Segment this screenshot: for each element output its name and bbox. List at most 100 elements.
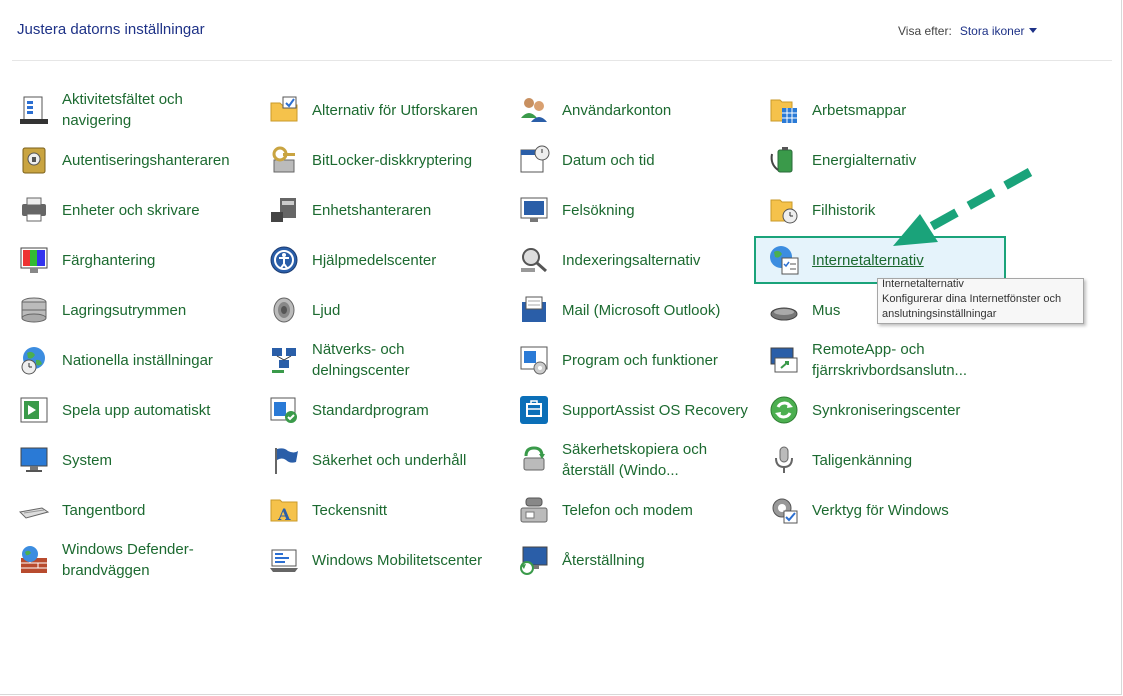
control-panel-item-security-maintenance[interactable]: Säkerhet och underhåll — [268, 438, 502, 482]
credential-manager-icon — [22, 147, 46, 174]
sync-center-icon — [770, 396, 798, 424]
control-panel-item-label: SupportAssist OS Recovery — [562, 401, 748, 419]
control-panel-item-speech-recognition[interactable]: Taligenkänning — [768, 438, 1002, 482]
control-panel-item-label: Standardprogram — [312, 401, 429, 419]
control-panel-item-label: System — [62, 451, 113, 469]
speech-recognition-icon — [775, 446, 793, 473]
devices-printers-icon — [22, 197, 46, 222]
control-panel-item-supportassist[interactable]: SupportAssist OS Recovery — [518, 388, 752, 432]
security-maintenance-icon — [275, 448, 298, 474]
control-panel-item-label: Teckensnitt — [312, 501, 388, 519]
control-panel-item-sound[interactable]: Ljud — [268, 288, 502, 332]
control-panel-item-work-folders[interactable]: Arbetsmappar — [768, 88, 1002, 132]
control-panel-item-storage-spaces[interactable]: Lagringsutrymmen — [18, 288, 252, 332]
user-accounts-icon — [521, 98, 547, 122]
control-panel-item-label: Taligenkänning — [812, 451, 913, 469]
control-panel-item-label: Enheter och skrivare — [62, 201, 200, 219]
control-panel-item-mail[interactable]: Mail (Microsoft Outlook) — [518, 288, 752, 332]
control-panel-item-label: Datum och tid — [562, 151, 655, 169]
control-panel-item-bitlocker[interactable]: BitLocker-diskkryptering — [268, 138, 502, 182]
control-panel-item-label: Arbetsmappar — [812, 101, 907, 119]
network-sharing-icon — [272, 348, 296, 373]
control-panel-item-label: Tangentbord — [62, 501, 146, 519]
control-panel-item-region[interactable]: Nationella inställningar — [18, 338, 252, 382]
control-panel-item-label: RemoteApp- och fjärrskrivbordsanslutn... — [812, 341, 968, 379]
supportassist-icon — [520, 396, 548, 424]
control-panel-item-label: Säkerhetskopiera och återställ (Windo... — [562, 441, 708, 479]
control-panel-item-autoplay[interactable]: Spela upp automatiskt — [18, 388, 252, 432]
control-panel-item-mobility-center[interactable]: Windows Mobilitetscenter — [268, 538, 502, 582]
control-panel-item-label: Ljud — [312, 301, 341, 319]
autoplay-icon — [20, 397, 48, 423]
control-panel-item-label: Säkerhet och underhåll — [312, 451, 467, 469]
programs-features-icon — [520, 346, 548, 375]
control-panel-item-recovery[interactable]: Återställning — [518, 538, 752, 582]
control-panel-item-indexing[interactable]: Indexeringsalternativ — [518, 238, 752, 282]
control-panel-item-folder-options[interactable]: Alternativ för Utforskaren — [268, 88, 502, 132]
control-panel-item-devices-printers[interactable]: Enheter och skrivare — [18, 188, 252, 232]
folder-options-icon — [270, 96, 298, 122]
date-time-icon — [520, 145, 550, 173]
control-panel-item-user-accounts[interactable]: Användarkonton — [518, 88, 752, 132]
sound-icon — [273, 297, 295, 323]
control-panel-item-label: Verktyg för Windows — [812, 501, 949, 519]
control-panel-item-credential-manager[interactable]: Autentiseringshanteraren — [18, 138, 252, 182]
control-panel-item-troubleshooting[interactable]: Felsökning — [518, 188, 752, 232]
control-panel-item-label: Lagringsutrymmen — [62, 301, 187, 319]
windows-tools-icon — [772, 498, 798, 524]
phone-modem-icon — [520, 497, 548, 523]
control-panel-item-keyboard[interactable]: Tangentbord — [18, 488, 252, 532]
control-panel-item-label: Nationella inställningar — [62, 351, 213, 369]
control-panel-item-label: Autentiseringshanteraren — [62, 151, 230, 169]
control-panel-item-remoteapp[interactable]: RemoteApp- och fjärrskrivbordsanslutn... — [768, 338, 1002, 382]
indexing-icon — [521, 248, 547, 273]
control-panel-item-label: Spela upp automatiskt — [62, 401, 211, 419]
control-panel-item-color-management[interactable]: Färghantering — [18, 238, 252, 282]
control-panel-item-label: Windows Defender-brandväggen — [62, 541, 194, 579]
control-panel-item-label: Program och funktioner — [562, 351, 718, 369]
control-panel-item-label: Alternativ för Utforskaren — [312, 101, 478, 119]
control-panel-item-taskbar[interactable]: Aktivitetsfältet och navigering — [18, 88, 252, 132]
default-programs-icon — [270, 397, 297, 423]
keyboard-icon — [18, 507, 50, 519]
power-options-icon — [770, 147, 793, 173]
control-panel-item-sync-center[interactable]: Synkroniseringscenter — [768, 388, 1002, 432]
control-panel-item-label: Internetalternativ — [812, 251, 924, 269]
control-panel-item-label: BitLocker-diskkryptering — [312, 151, 473, 169]
control-panel-item-label: Användarkonton — [562, 101, 672, 119]
control-panel-item-label: Enhetshanteraren — [312, 201, 432, 219]
internet-options-icon — [770, 246, 799, 275]
control-panel-item-date-time[interactable]: Datum och tid — [518, 138, 752, 182]
control-panel-item-system[interactable]: System — [18, 438, 252, 482]
control-panel-item-ease-of-access[interactable]: Hjälpmedelscenter — [268, 238, 502, 282]
control-panel-item-label: Nätverks- och delningscenter — [312, 341, 410, 379]
control-panel-items: Aktivitetsfältet och navigering Autentise… — [0, 0, 1123, 696]
control-panel-item-windows-tools[interactable]: Verktyg för Windows — [768, 488, 1002, 532]
control-panel-item-phone-modem[interactable]: Telefon och modem — [518, 488, 752, 532]
control-panel-item-fonts[interactable]: A Teckensnitt — [268, 488, 502, 532]
control-panel-item-internet-options[interactable]: Internetalternativ — [754, 236, 1006, 284]
control-panel-item-label: Återställning — [562, 551, 645, 569]
control-panel-item-default-programs[interactable]: Standardprogram — [268, 388, 502, 432]
control-panel-item-programs-features[interactable]: Program och funktioner — [518, 338, 752, 382]
control-panel-item-label: Hjälpmedelscenter — [312, 251, 437, 269]
region-icon — [21, 347, 45, 375]
control-panel-item-device-manager[interactable]: Enhetshanteraren — [268, 188, 502, 232]
device-manager-icon — [271, 198, 296, 222]
mail-icon — [522, 296, 546, 322]
svg-text:A: A — [277, 505, 291, 524]
control-panel-item-power-options[interactable]: Energialternativ — [768, 138, 1002, 182]
control-panel-item-backup-restore[interactable]: Säkerhetskopiera och återställ (Windo... — [518, 438, 752, 482]
recovery-icon — [520, 546, 548, 575]
control-panel-item-file-history[interactable]: Filhistorik — [768, 188, 1002, 232]
control-panel-item-label: Felsökning — [562, 201, 635, 219]
backup-restore-icon — [523, 446, 545, 471]
mobility-center-icon — [270, 549, 298, 572]
control-panel-item-network-sharing[interactable]: Nätverks- och delningscenter — [268, 338, 502, 382]
control-panel-item-firewall[interactable]: Windows Defender-brandväggen — [18, 538, 252, 582]
control-panel-item-label: Aktivitetsfältet och navigering — [62, 91, 183, 129]
tooltip-description: Konfigurerar dina Internetfönster och an… — [882, 293, 1062, 320]
work-folders-icon — [770, 99, 797, 123]
control-panel-item-label: Indexeringsalternativ — [562, 251, 701, 269]
file-history-icon — [770, 199, 798, 224]
